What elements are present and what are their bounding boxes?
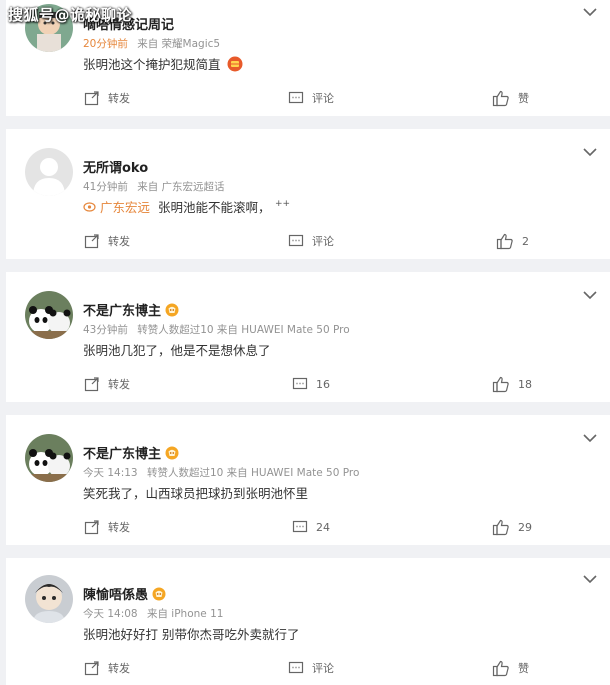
comment-meta: 41分钟前 来自 广东宏远超话 bbox=[83, 179, 225, 194]
comment-button[interactable]: 评论 bbox=[288, 229, 334, 253]
share-label: 转发 bbox=[108, 235, 130, 248]
username[interactable]: 陳愉唔係愚 bbox=[83, 584, 166, 603]
comment-card: 陳愉唔係愚 今天 14:08 来自 iPhone 11 张明池好好打 别带你杰哥… bbox=[6, 558, 610, 685]
comment-button[interactable]: 评论 bbox=[288, 656, 334, 680]
avatar[interactable] bbox=[25, 291, 73, 339]
avatar[interactable] bbox=[25, 434, 73, 482]
share-label: 转发 bbox=[108, 662, 130, 675]
fan-badge-icon bbox=[165, 303, 179, 317]
like-button[interactable]: 2 bbox=[496, 229, 529, 253]
comment-text: 广东宏远 张明池能不能滚啊， ++ bbox=[83, 197, 291, 216]
red-envelope-icon bbox=[227, 56, 242, 72]
comment-text: 笑死我了，山西球员把球扔到张明池怀里 bbox=[83, 486, 309, 501]
watermark: 搜狐号@诡秘聊论 bbox=[8, 6, 133, 24]
action-bar: 转发 24 29 bbox=[6, 515, 610, 539]
comment-label: 评论 bbox=[312, 662, 334, 675]
comment-button[interactable]: 24 bbox=[292, 515, 330, 539]
like-button[interactable]: 18 bbox=[492, 372, 532, 396]
share-button[interactable]: 转发 bbox=[84, 86, 130, 110]
username-text: 不是广东博主 bbox=[83, 447, 162, 462]
fan-badge-icon bbox=[165, 446, 179, 460]
comment-text: 张明池几犯了，他是不是想休息了 bbox=[83, 343, 271, 358]
comment-icon bbox=[288, 91, 304, 104]
like-button[interactable]: 29 bbox=[492, 515, 532, 539]
comment-icon bbox=[292, 520, 308, 533]
thumbs-up-icon bbox=[492, 90, 509, 107]
username[interactable]: 不是广东博主 bbox=[83, 300, 179, 319]
timestamp: 20分钟前 bbox=[83, 38, 128, 50]
share-icon bbox=[84, 377, 99, 392]
chevron-down-icon[interactable] bbox=[582, 6, 598, 18]
action-bar: 转发 评论 赞 bbox=[6, 86, 610, 110]
thumbs-up-icon bbox=[492, 519, 509, 536]
source: 转赞人数超过10 来自 HUAWEI Mate 50 Pro bbox=[146, 467, 360, 479]
source: 转赞人数超过10 来自 HUAWEI Mate 50 Pro bbox=[137, 324, 350, 336]
share-label: 转发 bbox=[108, 92, 130, 105]
username[interactable]: 不是广东博主 bbox=[83, 443, 179, 462]
share-label: 转发 bbox=[108, 521, 130, 534]
timestamp: 今天 14:13 bbox=[83, 467, 138, 479]
like-label: 29 bbox=[518, 520, 532, 534]
source: 来自 iPhone 11 bbox=[146, 608, 224, 620]
chevron-down-icon[interactable] bbox=[582, 289, 598, 301]
chevron-down-icon[interactable] bbox=[582, 432, 598, 444]
share-button[interactable]: 转发 bbox=[84, 229, 130, 253]
comment-button[interactable]: 评论 bbox=[288, 86, 334, 110]
comment-label: 评论 bbox=[312, 235, 334, 248]
chevron-down-icon[interactable] bbox=[582, 146, 598, 158]
thumbs-up-icon bbox=[492, 376, 509, 393]
comment-meta: 今天 14:13 转赞人数超过10 来自 HUAWEI Mate 50 Pro bbox=[83, 465, 359, 480]
source: 来自 广东宏远超话 bbox=[137, 181, 225, 193]
username-text: 不是广东博主 bbox=[83, 304, 162, 319]
comment-icon bbox=[288, 661, 304, 674]
action-bar: 转发 评论 2 bbox=[6, 229, 610, 253]
thumbs-up-icon bbox=[492, 660, 509, 677]
action-bar: 转发 评论 赞 bbox=[6, 656, 610, 680]
comment-card: 不是广东博主 今天 14:13 转赞人数超过10 来自 HUAWEI Mate … bbox=[6, 415, 610, 545]
comment-icon bbox=[288, 234, 304, 247]
timestamp: 今天 14:08 bbox=[83, 608, 138, 620]
like-button[interactable]: 赞 bbox=[492, 656, 529, 680]
sparkle-emoji-icon: ++ bbox=[275, 199, 290, 209]
source: 来自 荣耀Magic5 bbox=[137, 38, 221, 50]
share-button[interactable]: 转发 bbox=[84, 515, 130, 539]
share-icon bbox=[84, 661, 99, 676]
like-label: 赞 bbox=[518, 662, 529, 675]
username[interactable]: 无所谓oko bbox=[83, 157, 148, 176]
like-label: 18 bbox=[518, 377, 532, 391]
share-icon bbox=[84, 234, 99, 249]
comment-card: 不是广东博主 43分钟前 转赞人数超过10 来自 HUAWEI Mate 50 … bbox=[6, 272, 610, 402]
share-button[interactable]: 转发 bbox=[84, 656, 130, 680]
comment-text: 张明池好好打 别带你杰哥吃外卖就行了 bbox=[83, 627, 300, 642]
comment-label: 24 bbox=[316, 520, 330, 534]
timestamp: 43分钟前 bbox=[83, 324, 128, 336]
like-label: 赞 bbox=[518, 92, 529, 105]
svg-text:++: ++ bbox=[275, 199, 290, 208]
fan-badge-icon bbox=[152, 587, 166, 601]
share-label: 转发 bbox=[108, 378, 130, 391]
share-button[interactable]: 转发 bbox=[84, 372, 130, 396]
chevron-down-icon[interactable] bbox=[582, 573, 598, 585]
topic-link[interactable]: 广东宏远 bbox=[100, 200, 150, 215]
thumbs-up-icon bbox=[496, 233, 513, 250]
comment-icon bbox=[292, 377, 308, 390]
action-bar: 转发 16 18 bbox=[6, 372, 610, 396]
comment-card: 无所谓oko 41分钟前 来自 广东宏远超话 广东宏远 张明池能不能滚啊， ++… bbox=[6, 129, 610, 259]
like-button[interactable]: 赞 bbox=[492, 86, 529, 110]
super-topic-icon bbox=[83, 202, 96, 212]
comment-label: 16 bbox=[316, 377, 330, 391]
comment-meta: 今天 14:08 来自 iPhone 11 bbox=[83, 606, 223, 621]
share-icon bbox=[84, 91, 99, 106]
timestamp: 41分钟前 bbox=[83, 181, 128, 193]
avatar[interactable] bbox=[25, 148, 73, 196]
comment-label: 评论 bbox=[312, 92, 334, 105]
comment-text: 张明池这个掩护犯规简直 bbox=[83, 54, 243, 73]
username-text: 陳愉唔係愚 bbox=[83, 588, 149, 603]
like-label: 2 bbox=[522, 234, 529, 248]
share-icon bbox=[84, 520, 99, 535]
comment-meta: 20分钟前 来自 荣耀Magic5 bbox=[83, 36, 220, 51]
avatar[interactable] bbox=[25, 575, 73, 623]
comment-button[interactable]: 16 bbox=[292, 372, 330, 396]
comment-meta: 43分钟前 转赞人数超过10 来自 HUAWEI Mate 50 Pro bbox=[83, 322, 350, 337]
